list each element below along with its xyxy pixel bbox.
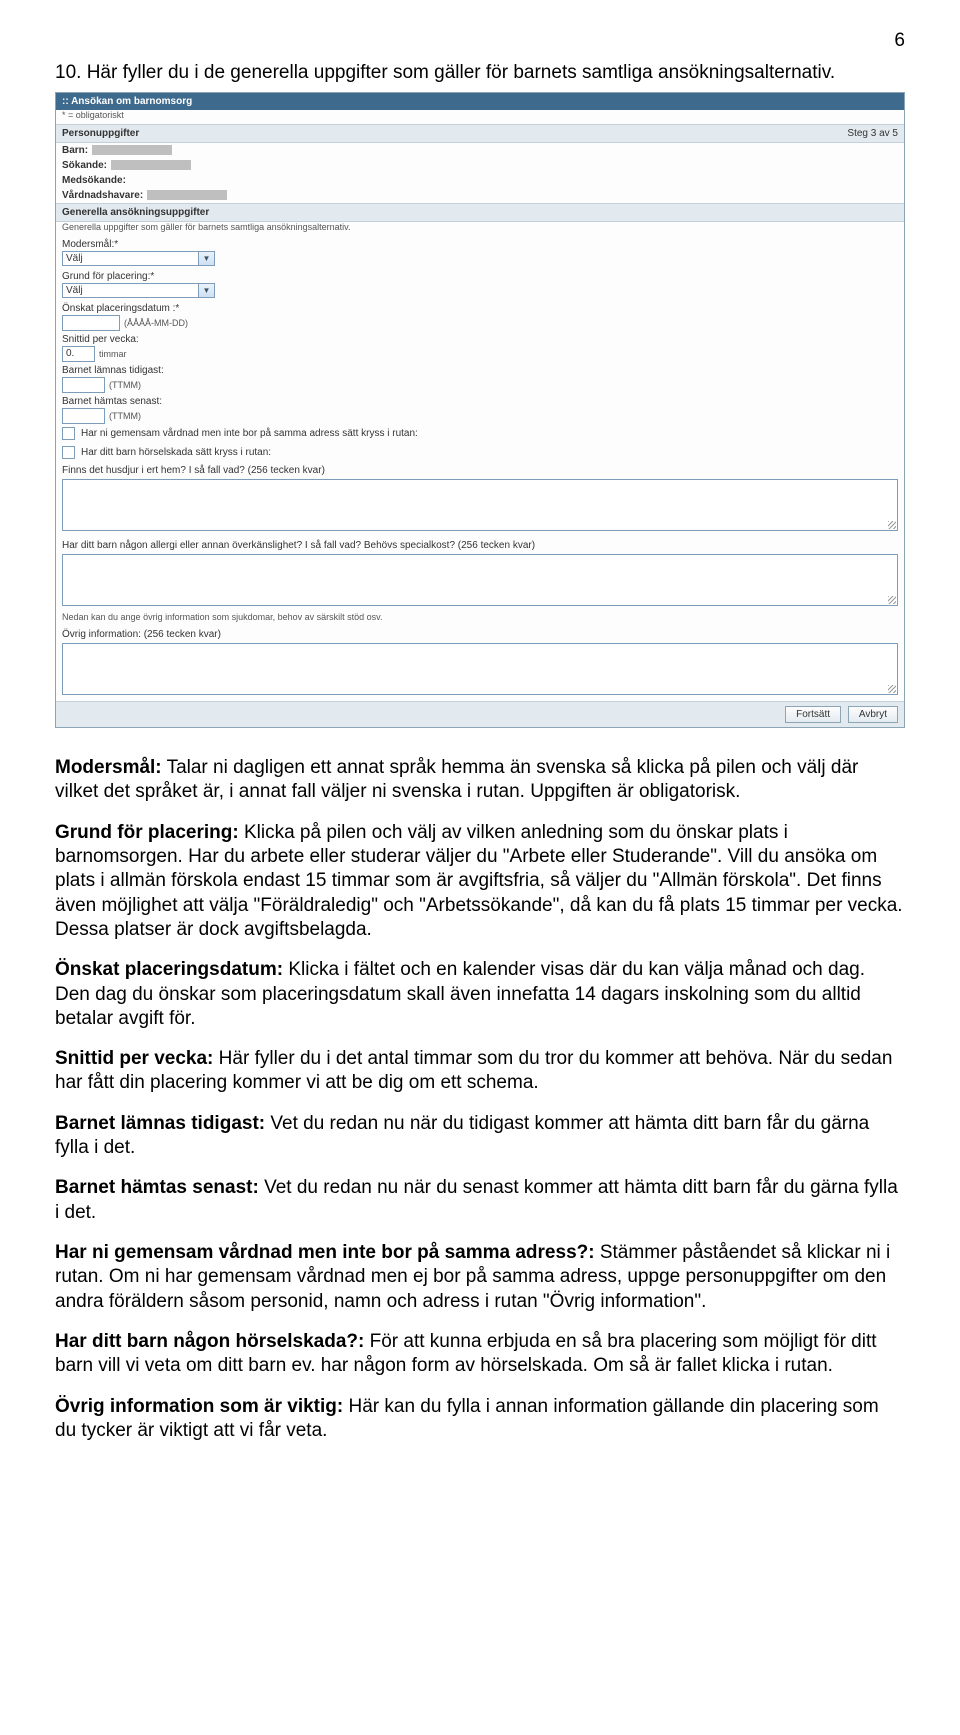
explanation-bold: Har ni gemensam vårdnad men inte bor på … bbox=[55, 1242, 595, 1263]
general-header: Generella ansökningsuppgifter bbox=[56, 203, 904, 222]
avbryt-button[interactable]: Avbryt bbox=[848, 706, 898, 723]
allergi-textarea[interactable] bbox=[62, 554, 898, 606]
modersmal-label: Modersmål:* bbox=[56, 236, 904, 251]
cb-horsel-row: Har ditt barn hörselskada sätt kryss i r… bbox=[56, 443, 904, 462]
tidigast-hint: (TTMM) bbox=[109, 380, 141, 390]
explanation-bold: Övrig information som är viktig: bbox=[55, 1396, 343, 1417]
resize-grip-icon bbox=[888, 596, 896, 604]
explanation-paragraph: Barnet lämnas tidigast: Vet du redan nu … bbox=[55, 1112, 905, 1161]
cb-gemensam[interactable] bbox=[62, 427, 75, 440]
onskat-input[interactable] bbox=[62, 315, 120, 331]
explanation-paragraph: Önskat placeringsdatum: Klicka i fältet … bbox=[55, 958, 905, 1031]
tidigast-input[interactable] bbox=[62, 377, 105, 393]
page-number: 6 bbox=[55, 30, 905, 52]
button-bar: Fortsätt Avbryt bbox=[56, 701, 904, 727]
form-title: :: Ansökan om barnomsorg bbox=[56, 93, 904, 110]
label-sokande: Sökande: bbox=[56, 158, 904, 173]
modersmal-value: Välj bbox=[66, 253, 83, 264]
modersmal-select[interactable]: Välj ▼ bbox=[62, 251, 215, 266]
explanation-paragraph: Snittid per vecka: Här fyller du i det a… bbox=[55, 1047, 905, 1096]
general-note: Generella uppgifter som gäller för barne… bbox=[56, 222, 904, 236]
label-medsokande-text: Medsökande: bbox=[62, 175, 126, 186]
chevron-down-icon: ▼ bbox=[198, 284, 214, 297]
onskat-label: Önskat placeringsdatum :* bbox=[56, 300, 904, 315]
explanation-paragraph: Övrig information som är viktig: Här kan… bbox=[55, 1395, 905, 1444]
redacted-block bbox=[111, 160, 191, 170]
senast-input[interactable] bbox=[62, 408, 105, 424]
grund-value: Välj bbox=[66, 285, 83, 296]
senast-hint: (TTMM) bbox=[109, 411, 141, 421]
explanation-paragraph: Barnet hämtas senast: Vet du redan nu nä… bbox=[55, 1176, 905, 1225]
allergi-label: Har ditt barn någon allergi eller annan … bbox=[56, 537, 904, 552]
explanation-bold: Modersmål: bbox=[55, 757, 162, 778]
explanation-paragraph: Grund för placering: Klicka på pilen och… bbox=[55, 821, 905, 943]
cb-horsel-label: Har ditt barn hörselskada sätt kryss i r… bbox=[81, 447, 271, 458]
explanation-bold: Barnet hämtas senast: bbox=[55, 1177, 259, 1198]
intro-text: 10. Här fyller du i de generella uppgift… bbox=[55, 62, 905, 84]
husdjur-textarea[interactable] bbox=[62, 479, 898, 531]
explanation-text: Talar ni dagligen ett annat språk hemma … bbox=[55, 757, 858, 802]
cb-horsel[interactable] bbox=[62, 446, 75, 459]
explanation-bold: Har ditt barn någon hörselskada?: bbox=[55, 1331, 364, 1352]
explanation-bold: Önskat placeringsdatum: bbox=[55, 959, 283, 980]
explanation-paragraph: Har ditt barn någon hörselskada?: För at… bbox=[55, 1330, 905, 1379]
grund-select[interactable]: Välj ▼ bbox=[62, 283, 215, 298]
application-form: :: Ansökan om barnomsorg * = obligatoris… bbox=[55, 92, 905, 728]
snittid-label: Snittid per vecka: bbox=[56, 331, 904, 346]
redacted-block bbox=[147, 190, 227, 200]
redacted-block bbox=[92, 145, 172, 155]
personinfo-header-label: Personuppgifter bbox=[62, 128, 139, 139]
ovrig-textarea[interactable] bbox=[62, 643, 898, 695]
label-medsokande: Medsökande: bbox=[56, 173, 904, 188]
tidigast-label: Barnet lämnas tidigast: bbox=[56, 362, 904, 377]
cb-gemensam-label: Har ni gemensam vårdnad men inte bor på … bbox=[81, 428, 418, 439]
label-vardnad-text: Vårdnadshavare: bbox=[62, 190, 143, 201]
explanation-bold: Barnet lämnas tidigast: bbox=[55, 1113, 265, 1134]
snittid-hint: timmar bbox=[99, 349, 127, 359]
label-sokande-text: Sökande: bbox=[62, 160, 107, 171]
ovrig-label: Övrig information: (256 tecken kvar) bbox=[56, 626, 904, 641]
label-barn-text: Barn: bbox=[62, 145, 88, 156]
fortsatt-button[interactable]: Fortsätt bbox=[785, 706, 841, 723]
step-indicator: Steg 3 av 5 bbox=[847, 128, 898, 139]
onskat-hint: (ÅÅÅÅ-MM-DD) bbox=[124, 318, 188, 328]
label-barn: Barn: bbox=[56, 143, 904, 158]
snittid-input[interactable]: 0. bbox=[62, 346, 95, 362]
explanation-paragraph: Har ni gemensam vårdnad men inte bor på … bbox=[55, 1241, 905, 1314]
senast-label: Barnet hämtas senast: bbox=[56, 393, 904, 408]
label-vardnad: Vårdnadshavare: bbox=[56, 188, 904, 203]
personinfo-header: Personuppgifter Steg 3 av 5 bbox=[56, 124, 904, 143]
chevron-down-icon: ▼ bbox=[198, 252, 214, 265]
obligatory-note: * = obligatoriskt bbox=[56, 110, 904, 124]
explanation-paragraph: Modersmål: Talar ni dagligen ett annat s… bbox=[55, 756, 905, 805]
resize-grip-icon bbox=[888, 521, 896, 529]
explanation-bold: Grund för placering: bbox=[55, 822, 239, 843]
resize-grip-icon bbox=[888, 685, 896, 693]
cb-gemensam-row: Har ni gemensam vårdnad men inte bor på … bbox=[56, 424, 904, 443]
ovrig-intro: Nedan kan du ange övrig information som … bbox=[56, 612, 904, 626]
explanation-bold: Snittid per vecka: bbox=[55, 1048, 213, 1069]
husdjur-label: Finns det husdjur i ert hem? I så fall v… bbox=[56, 462, 904, 477]
grund-label: Grund för placering:* bbox=[56, 268, 904, 283]
